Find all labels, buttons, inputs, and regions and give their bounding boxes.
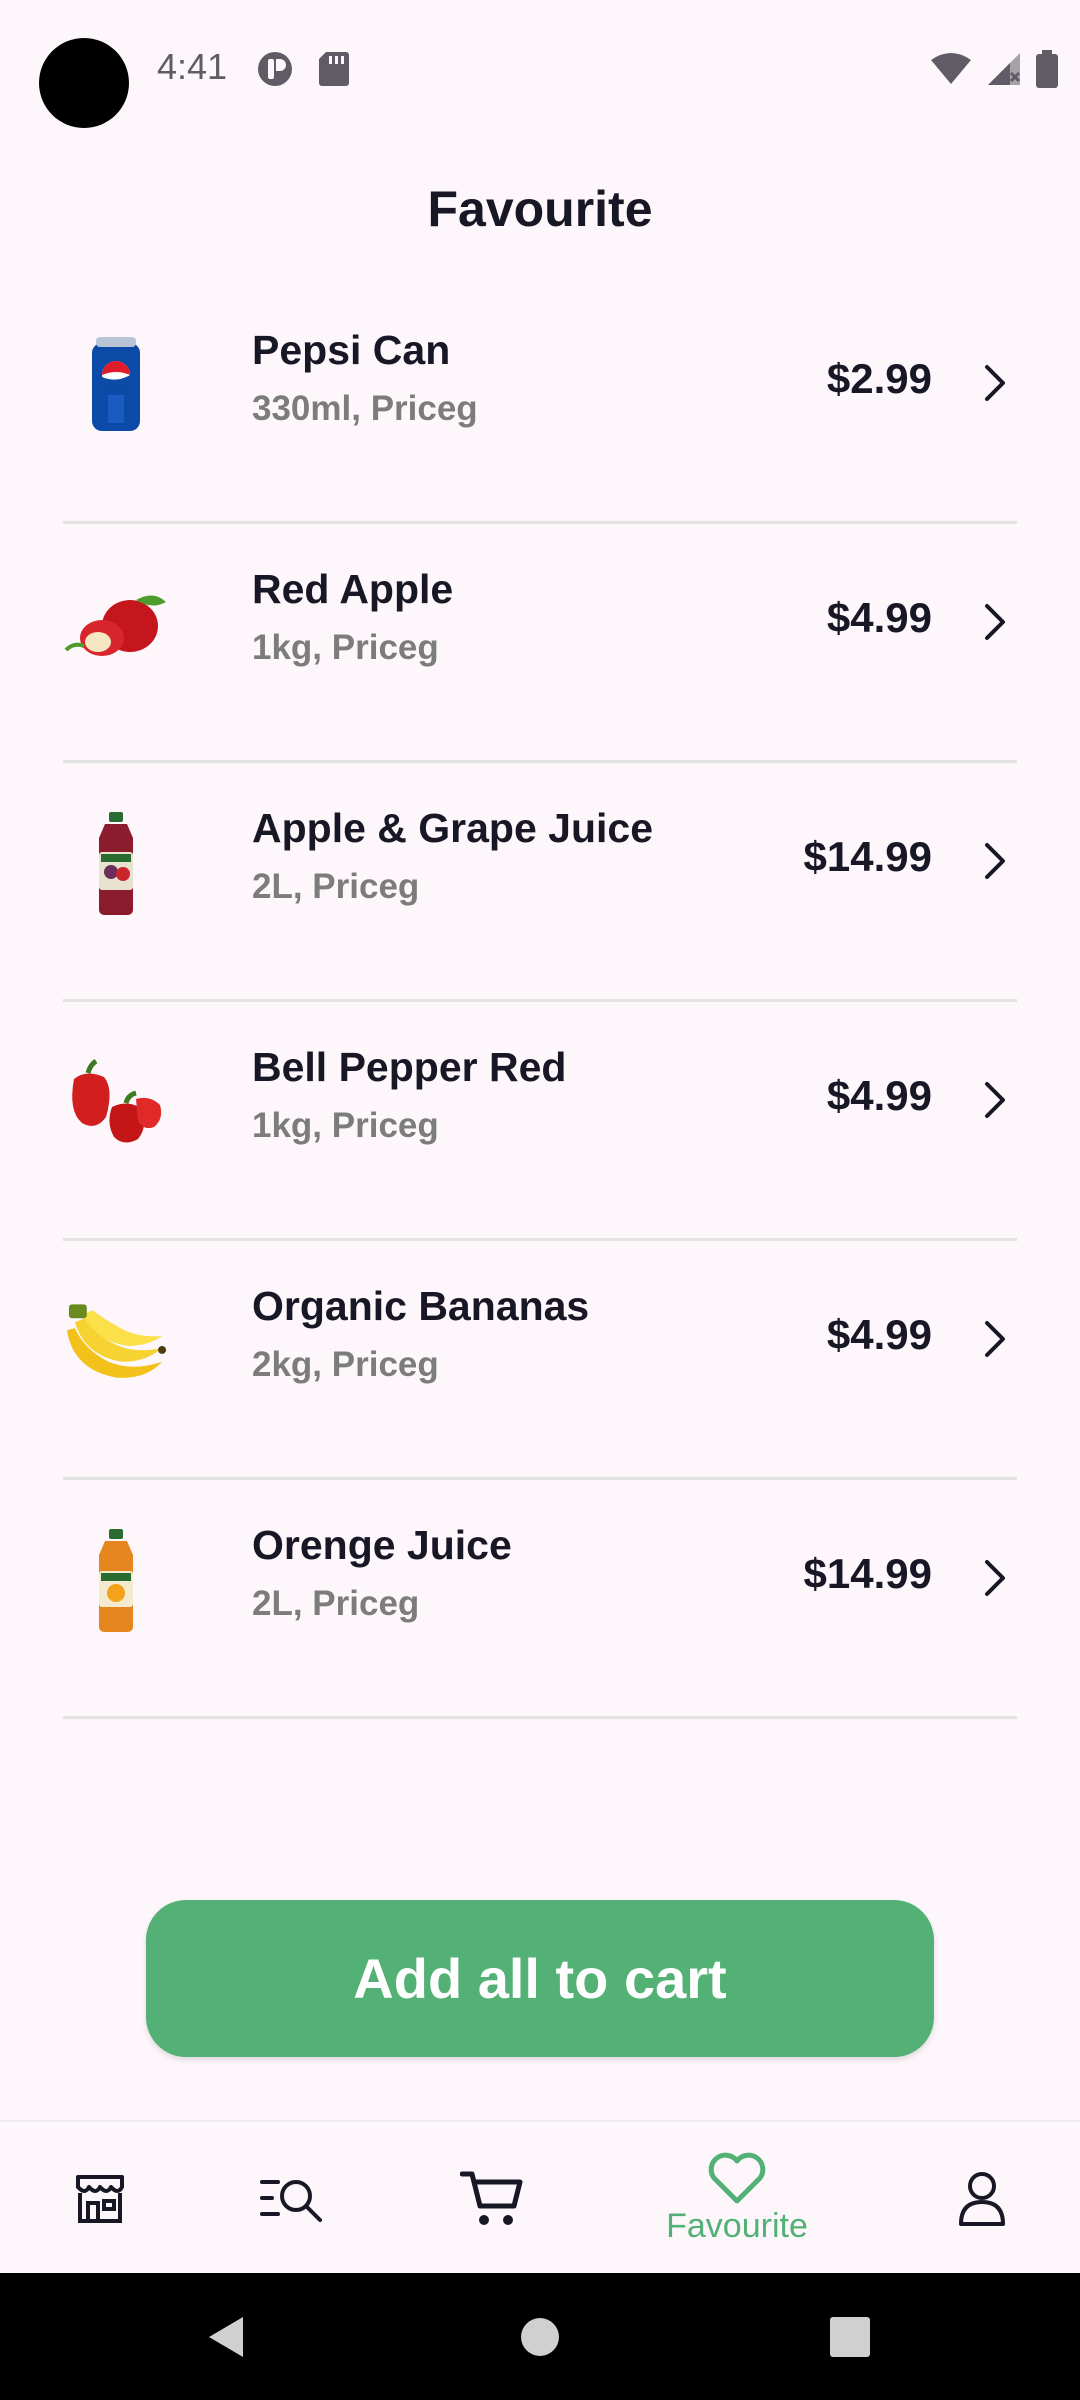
nav-item-shop[interactable] (60, 2122, 140, 2275)
back-triangle-icon (209, 2316, 243, 2357)
status-time: 4:41 (157, 46, 228, 87)
nav-item-explore[interactable] (252, 2122, 332, 2275)
item-price: $4.99 (826, 1311, 932, 1358)
recents-square-icon (830, 2316, 870, 2357)
list-item[interactable]: Organic Bananas 2kg, Priceg $4.99 (63, 1241, 1017, 1480)
sd-card-icon (319, 52, 349, 86)
bananas-image (63, 1289, 168, 1394)
nav-label-favourite: Favourite (666, 2207, 808, 2245)
camera-cutout (39, 38, 129, 128)
list-item[interactable]: Bell Pepper Red 1kg, Priceg $4.99 (63, 1002, 1017, 1241)
system-navigation-bar (0, 2273, 1080, 2400)
bell-pepper-image (63, 1050, 168, 1155)
item-name: Apple & Grape Juice (252, 805, 654, 851)
pepsi-can-image (63, 333, 168, 438)
red-apple-image (63, 572, 168, 677)
chevron-right-icon[interactable] (977, 839, 1013, 883)
chevron-right-icon[interactable] (977, 361, 1013, 405)
item-name: Red Apple (252, 566, 454, 612)
item-name: Bell Pepper Red (252, 1044, 567, 1090)
search-list-icon (260, 2179, 322, 2222)
item-name: Organic Bananas (252, 1283, 590, 1329)
item-name: Pepsi Can (252, 327, 451, 373)
add-all-to-cart-button[interactable]: Add all to cart (146, 1900, 934, 2057)
item-price: $4.99 (826, 1072, 932, 1119)
favourite-list: Pepsi Can 330ml, Priceg $2.99 Red Apple … (63, 285, 1017, 1719)
item-subtitle: 330ml, Priceg (252, 389, 478, 428)
heart-icon (708, 2152, 766, 2204)
chevron-right-icon[interactable] (977, 1317, 1013, 1361)
store-icon (76, 2174, 124, 2223)
home-button[interactable] (500, 2273, 580, 2400)
list-item[interactable]: Orenge Juice 2L, Priceg $14.99 (63, 1480, 1017, 1719)
chevron-right-icon[interactable] (977, 1556, 1013, 1600)
item-price: $4.99 (826, 594, 932, 641)
bottom-navigation: Favourite (0, 2120, 1080, 2273)
list-item[interactable]: Red Apple 1kg, Priceg $4.99 (63, 524, 1017, 763)
nav-item-favourite[interactable]: Favourite (637, 2122, 837, 2275)
user-icon (959, 2171, 1005, 2226)
nav-item-account[interactable] (942, 2122, 1022, 2275)
orange-juice-bottle-image (63, 1528, 168, 1633)
wifi-icon (931, 53, 971, 84)
nav-item-cart[interactable] (452, 2122, 532, 2275)
grape-juice-bottle-image (63, 811, 168, 916)
page-title: Favourite (427, 181, 653, 237)
chevron-right-icon[interactable] (977, 1078, 1013, 1122)
app-notification-icon (258, 52, 292, 86)
item-subtitle: 2L, Priceg (252, 1584, 420, 1623)
list-item[interactable]: Pepsi Can 330ml, Priceg $2.99 (63, 285, 1017, 524)
item-price: $2.99 (826, 355, 932, 402)
home-circle-icon (521, 2317, 559, 2356)
item-subtitle: 2L, Priceg (252, 867, 420, 906)
recents-button[interactable] (820, 2273, 880, 2400)
item-price: $14.99 (803, 1550, 932, 1597)
item-subtitle: 1kg, Priceg (252, 1106, 439, 1145)
chevron-right-icon[interactable] (977, 600, 1013, 644)
back-button[interactable] (190, 2273, 260, 2400)
item-subtitle: 1kg, Priceg (252, 628, 439, 667)
status-bar: 4:41 (0, 0, 1080, 135)
list-item[interactable]: Apple & Grape Juice 2L, Priceg $14.99 (63, 763, 1017, 1002)
signal-icon (988, 53, 1021, 85)
status-right-icons (930, 50, 1058, 88)
item-name: Orenge Juice (252, 1522, 512, 1568)
battery-icon (1036, 50, 1058, 88)
item-price: $14.99 (803, 833, 932, 880)
cart-icon (460, 2171, 523, 2225)
item-subtitle: 2kg, Priceg (252, 1345, 439, 1384)
